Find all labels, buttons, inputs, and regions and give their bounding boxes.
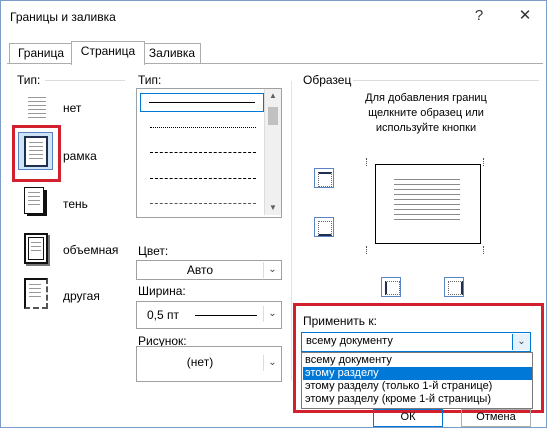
width-dropdown[interactable]: 0,5 пт ⌄ [136,301,282,329]
width-label: Ширина: [138,284,186,298]
apply-to-value: всему документу [306,335,393,347]
style-listbox[interactable]: ▲ ▼ [136,88,282,218]
width-sample-line [195,315,257,316]
preset-shadow-label[interactable]: тень [63,197,88,211]
chevron-down-icon[interactable]: ⌄ [263,262,281,278]
setting-label: Тип: [17,73,41,87]
style-scrollbar[interactable]: ▲ ▼ [264,89,281,215]
art-value: (нет) [186,355,214,369]
preview-page[interactable] [375,164,481,244]
preset-custom-label[interactable]: другая [63,289,100,303]
apply-to-option[interactable]: этому разделу (только 1-й странице) [303,380,532,393]
preset-3d-label[interactable]: объемная [63,243,118,257]
preset-none-icon[interactable] [19,90,55,126]
top-border-icon[interactable] [314,168,334,188]
color-dropdown[interactable]: Авто ⌄ [136,260,282,280]
apply-to-option[interactable]: этому разделу (кроме 1-й страницы) [303,393,532,406]
scroll-up-icon[interactable]: ▲ [265,91,281,100]
preset-none-label[interactable]: нет [63,101,81,115]
preview-label: Образец [303,73,352,87]
preset-box-label[interactable]: рамка [63,149,97,163]
chevron-down-icon[interactable]: ⌄ [512,334,530,350]
style-dashed-item[interactable] [150,152,256,153]
style-selected-item[interactable] [140,93,264,112]
chevron-down-icon[interactable]: ⌄ [263,306,281,322]
scroll-down-icon[interactable]: ▼ [265,203,281,212]
preview-divider [291,81,292,381]
tab-borders[interactable]: Граница [9,43,73,64]
apply-to-label: Применить к: [303,314,377,328]
close-button[interactable]: ✕ [514,5,536,27]
chevron-down-icon[interactable]: ⌄ [263,355,281,371]
preset-box-icon[interactable] [18,132,53,170]
corner-mark [366,158,368,166]
corner-mark [483,158,485,166]
art-dropdown[interactable]: (нет) ⌄ [136,346,282,382]
style-longdash-item[interactable] [150,178,256,179]
width-value: 0,5 пт [147,308,180,322]
borders-and-shading-dialog: Границы и заливка ? ✕ Граница Страница З… [0,0,547,428]
left-border-icon[interactable] [381,277,401,297]
color-label: Цвет: [138,244,169,258]
help-button[interactable]: ? [468,5,490,27]
cancel-button[interactable]: Отмена [461,409,531,427]
tab-shading[interactable]: Заливка [143,43,201,64]
style-dashdot-item[interactable] [150,203,256,204]
apply-to-option-selected[interactable]: этому разделу [303,367,532,380]
style-label: Тип: [138,73,162,87]
window-title: Границы и заливка [10,10,116,24]
bottom-border-icon[interactable] [314,217,334,237]
corner-mark [483,246,485,254]
preset-custom-icon[interactable] [19,275,53,311]
corner-mark [366,246,368,254]
style-dotted-item[interactable] [150,127,256,128]
tab-page-border[interactable]: Страница [71,41,145,65]
preview-top-divider [353,80,539,81]
preset-3d-icon[interactable] [19,230,53,266]
apply-to-dropdown[interactable]: всему документу ⌄ [301,332,531,352]
color-value: Авто [186,263,214,277]
apply-to-option[interactable]: всему документу [303,354,532,367]
right-border-icon[interactable] [444,277,464,297]
ok-button[interactable]: ОК [373,409,443,427]
preview-instructions: Для добавления границ щелкните образец и… [365,92,487,134]
setting-divider [45,80,125,81]
scroll-thumb[interactable] [268,107,278,125]
preset-shadow-icon[interactable] [19,184,53,220]
title-bar: Границы и заливка ? ✕ [1,1,546,33]
